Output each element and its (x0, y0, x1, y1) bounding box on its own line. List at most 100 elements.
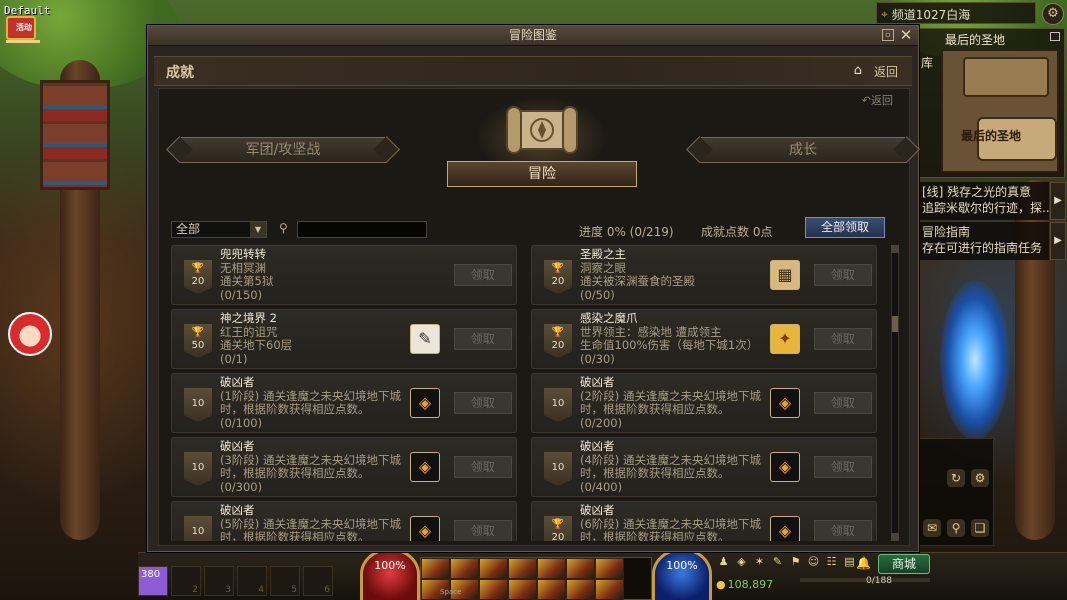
chevron-right-icon[interactable]: ▶ (1050, 222, 1066, 260)
community-menu-icon[interactable]: ☷ (824, 554, 839, 569)
claim-button[interactable]: 领取 (454, 328, 512, 350)
achievement-points-badge: 🏆 20 (544, 324, 572, 358)
skill-slot[interactable] (508, 558, 537, 579)
chevron-down-icon[interactable]: ▼ (250, 222, 266, 237)
channel-selector[interactable]: ⌖ 频道1027白海 (876, 2, 1036, 24)
reward-crest-icon[interactable]: ◈ (410, 388, 440, 418)
back-button[interactable]: 返回 (874, 63, 898, 80)
achievement-description: 世界领主：感染地 遭成领主 生命值100%伤害（每地下城1次） (580, 324, 759, 353)
home-icon[interactable]: ⌂ (854, 63, 862, 78)
reward-map-icon[interactable]: ▦ (770, 260, 800, 290)
category-filter-select[interactable]: 全部 ▼ (171, 221, 267, 238)
skill-slot[interactable] (450, 558, 479, 579)
achievement-card[interactable]: 🏆 20 圣殿之主 洞察之眼 通关被深渊蚕食的圣殿 (0/50) ▦ 领取 (531, 245, 877, 305)
achievement-card[interactable]: 🏆 20 兜兜转转 无相冥渊 通关第5狱 (0/150) 领取 (171, 245, 517, 305)
scroll-down-arrow[interactable] (891, 533, 899, 541)
minimap-map[interactable] (941, 49, 1059, 173)
achievement-card[interactable]: 10 破凶者 (3阶段) 通关逢魔之未央幻境地下城时，根据阶数获得相应点数。 (0/3… (171, 437, 517, 497)
skill-slot[interactable] (537, 558, 566, 579)
scroll-thumb[interactable] (892, 316, 898, 332)
achievement-title: 破凶者 (580, 375, 615, 389)
reward-crest-icon[interactable]: ◈ (410, 452, 440, 482)
achievement-text: 圣殿之主 洞察之眼 通关被深渊蚕食的圣殿 (0/50) (580, 247, 770, 302)
reward-crest-icon[interactable]: ◈ (410, 516, 440, 541)
party-menu-icon[interactable]: ☺ (806, 554, 821, 569)
search-input[interactable] (297, 221, 427, 238)
mail-icon[interactable]: ✉ (923, 519, 941, 537)
window-titlebar[interactable]: 冒险图鉴 ▫ ✕ (148, 26, 918, 46)
gear-icon[interactable]: ⚙ (1042, 3, 1064, 25)
scroll-up-arrow[interactable] (891, 245, 899, 253)
claim-button[interactable]: 领取 (814, 392, 872, 414)
inner-back-label: 返回 (871, 94, 893, 107)
system-menu-icon[interactable]: ▤ (842, 554, 857, 569)
claim-button[interactable]: 领取 (454, 264, 512, 286)
inner-back-button[interactable]: ↶返回 (862, 92, 893, 108)
book-icon[interactable]: ❏ (971, 519, 989, 537)
achievement-progress: (0/100) (220, 415, 263, 430)
quest-tracker-item[interactable]: [线] 残存之光的真意 追踪米歇尔的行迹，探... (918, 182, 1049, 220)
achievement-description: (5阶段) 通关逢魔之未央幻境地下城时，根据阶数获得相应点数。 (220, 516, 401, 541)
achievement-card[interactable]: 🏆 20 破凶者(6阶段) 通关逢魔之未央幻境地下城时，根据阶数获得相应点数。(0/… (531, 501, 877, 541)
reward-gold-icon[interactable]: ✦ (770, 324, 800, 354)
item-slot[interactable]: 5 (270, 566, 300, 596)
reward-note-icon[interactable]: ✎ (410, 324, 440, 354)
claim-button[interactable]: 领取 (814, 520, 872, 541)
claim-button[interactable]: 领取 (814, 456, 872, 478)
tab-adventure[interactable]: 冒险 (447, 161, 637, 187)
skill-slot[interactable] (566, 558, 595, 579)
item-slot[interactable]: 2 (171, 566, 201, 596)
shop-button[interactable]: 商城 (878, 554, 930, 574)
item-slot[interactable]: 4 (237, 566, 267, 596)
minimap[interactable]: 最后的圣地 库 最后的圣地 (918, 28, 1065, 178)
tab-growth[interactable]: 成长 (699, 137, 907, 163)
trophy-icon: 🏆 (551, 327, 565, 338)
achievement-card[interactable]: 10 破凶者(5阶段) 通关逢魔之未央幻境地下城时，根据阶数获得相应点数。(0/5… (171, 501, 517, 541)
achievement-card[interactable]: 10 破凶者 (1阶段) 通关逢魔之未央幻境地下城时，根据阶数获得相应点数。 (0/1… (171, 373, 517, 433)
skill-menu-icon[interactable]: ✶ (752, 554, 767, 569)
close-icon[interactable]: ✕ (898, 26, 914, 44)
bell-icon[interactable]: 🔔 (856, 556, 871, 570)
skill-slot[interactable] (537, 579, 566, 600)
reward-crest-icon[interactable]: ◈ (770, 516, 800, 541)
achievement-points-badge: 🏆 50 (184, 324, 212, 358)
quest-menu-icon[interactable]: ✎ (770, 554, 785, 569)
achievement-card[interactable]: 10 破凶者 (4阶段) 通关逢魔之未央幻境地下城时，根据阶数获得相应点数。 (0/4… (531, 437, 877, 497)
claim-button[interactable]: 领取 (454, 392, 512, 414)
minimap-toggle-icon[interactable] (1050, 32, 1060, 41)
page-title: 成就 (166, 65, 194, 81)
chevron-right-icon[interactable]: ▶ (1050, 182, 1066, 220)
quest-tracker-item[interactable]: 冒险指南 存在可进行的指南任务 (918, 222, 1049, 260)
skill-slot[interactable] (595, 558, 624, 579)
quick-menu-tray: ↻ ⚙ ✉ ⚲ ❏ (912, 438, 994, 546)
skill-slot[interactable] (479, 558, 508, 579)
item-slot[interactable]: 380 (138, 566, 168, 596)
skill-slot[interactable] (566, 579, 595, 600)
character-portrait[interactable] (8, 312, 52, 356)
item-slot[interactable]: 6 (303, 566, 333, 596)
skill-slot[interactable] (508, 579, 537, 600)
skill-slot[interactable] (595, 579, 624, 600)
achievement-card[interactable]: 10 破凶者 (2阶段) 通关逢魔之未央幻境地下城时，根据阶数获得相应点数。 (0/2… (531, 373, 877, 433)
location-icon[interactable]: ⚲ (947, 519, 965, 537)
guild-menu-icon[interactable]: ⚑ (788, 554, 803, 569)
character-menu-icon[interactable]: ♟ (716, 554, 731, 569)
claim-button[interactable]: 领取 (814, 328, 872, 350)
refresh-icon[interactable]: ↻ (947, 469, 965, 487)
claim-button[interactable]: 领取 (814, 264, 872, 286)
claim-all-button[interactable]: 全部领取 (805, 217, 885, 238)
reward-crest-icon[interactable]: ◈ (770, 452, 800, 482)
reward-crest-icon[interactable]: ◈ (770, 388, 800, 418)
item-slot[interactable]: 3 (204, 566, 234, 596)
claim-button[interactable]: 领取 (454, 520, 512, 541)
skill-slot[interactable] (479, 579, 508, 600)
settings-icon[interactable]: ⚙ (971, 469, 989, 487)
tab-legion-raid[interactable]: 军团/攻坚战 (179, 137, 387, 163)
achievement-card[interactable]: 🏆 20 感染之魔爪 世界领主：感染地 遭成领主 生命值100%伤害（每地下城1次）(… (531, 309, 877, 369)
skill-slot[interactable] (421, 558, 450, 579)
achievement-card[interactable]: 🏆 50 神之境界 2 红王的诅咒 通关地下60层 (0/1) ✎ 领取 (171, 309, 517, 369)
claim-button[interactable]: 领取 (454, 456, 512, 478)
inventory-menu-icon[interactable]: ◈ (734, 554, 749, 569)
restore-icon[interactable]: ▫ (882, 29, 894, 41)
achievement-scrollbar[interactable] (891, 245, 899, 541)
